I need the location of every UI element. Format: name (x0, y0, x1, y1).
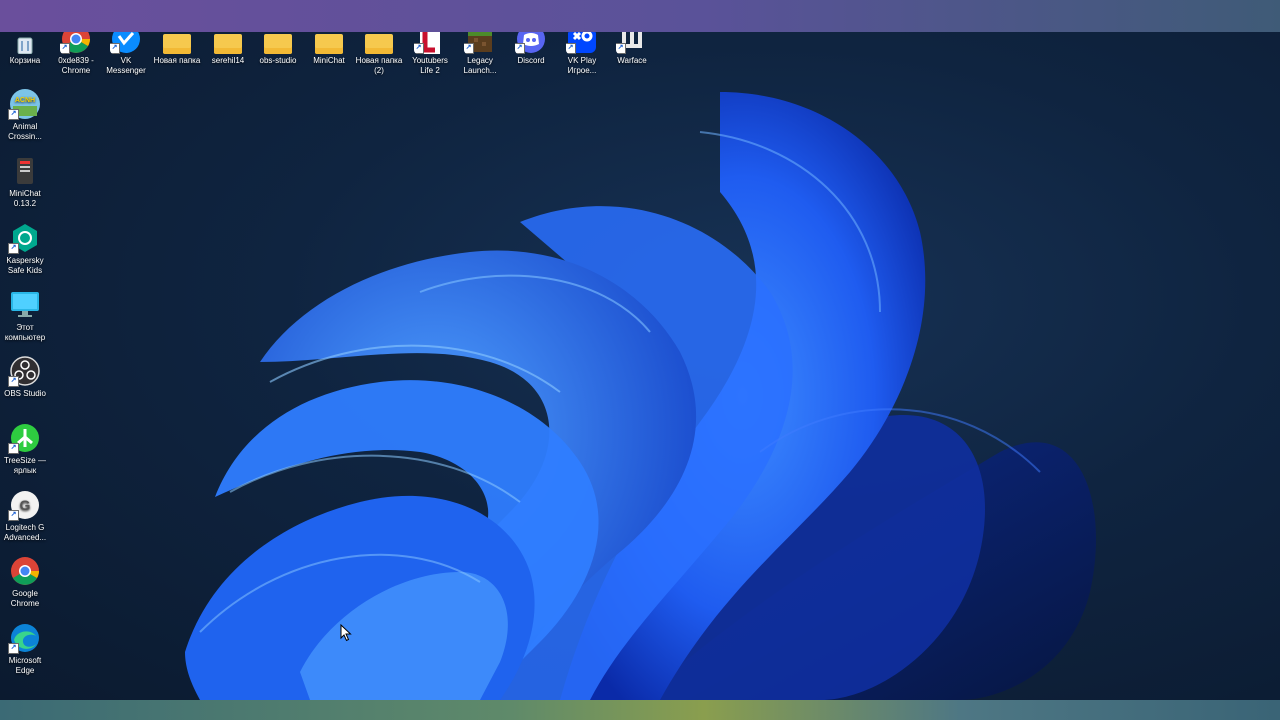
minichat-app-icon (9, 155, 41, 187)
desktop-icon-google-chrome[interactable]: Google Chrome (0, 555, 50, 609)
desktop-icon-folder-minichat[interactable]: MiniChat (304, 32, 354, 66)
vk-play-icon: ↗ (566, 32, 598, 54)
icon-label: Youtubers Life 2 (412, 56, 448, 75)
desktop-icon-youtubers-life-2[interactable]: ↗ Youtubers Life 2 (405, 32, 455, 76)
recycle-bin-icon (9, 32, 41, 54)
top-frame-bar (0, 0, 1280, 32)
desktop-icon-minichat-app[interactable]: MiniChat 0.13.2 (0, 155, 50, 209)
this-pc-icon (9, 289, 41, 321)
icon-label: serehil14 (211, 56, 245, 65)
folder-icon (313, 32, 345, 54)
svg-text:ACNH: ACNH (15, 97, 35, 104)
shortcut-arrow-icon: ↗ (566, 43, 576, 54)
icon-label: VK Messenger (106, 56, 146, 75)
icon-label: Discord (517, 56, 545, 65)
icon-label: Kaspersky Safe Kids (6, 256, 44, 275)
icon-label: Microsoft Edge (8, 656, 42, 675)
shortcut-arrow-icon: ↗ (8, 643, 19, 654)
kaspersky-icon: ↗ (8, 222, 41, 254)
shortcut-arrow-icon: ↗ (515, 43, 525, 54)
icon-label: MiniChat (313, 56, 345, 65)
edge-icon: ↗ (8, 622, 41, 654)
folder-icon (212, 32, 244, 54)
shortcut-arrow-icon: ↗ (8, 109, 19, 120)
desktop-icon-microsoft-edge[interactable]: ↗ Microsoft Edge (0, 622, 50, 676)
shortcut-arrow-icon: ↗ (414, 43, 424, 54)
desktop-icon-treesize[interactable]: ↗ TreeSize — ярлык (0, 422, 50, 476)
treesize-icon: ↗ (8, 422, 41, 454)
folder-icon (161, 32, 193, 54)
desktop-icon-animal-crossing[interactable]: ACNH ↗ Animal Crossin... (0, 88, 50, 142)
shortcut-arrow-icon: ↗ (8, 243, 19, 254)
bottom-frame-bar (0, 700, 1280, 720)
animal-crossing-icon: ACNH ↗ (8, 88, 41, 120)
icon-label: Этот компьютер (4, 323, 46, 342)
shortcut-arrow-icon: ↗ (8, 376, 19, 387)
chrome-icon (9, 555, 41, 587)
icon-label: Logitech G Advanced... (3, 523, 47, 542)
shortcut-arrow-icon: ↗ (616, 43, 626, 54)
icon-label: OBS Studio (4, 389, 46, 398)
desktop-icon-logitech[interactable]: G ↗ Logitech G Advanced... (0, 489, 50, 543)
desktop-icon-folder-serehil14[interactable]: serehil14 (203, 32, 253, 66)
shortcut-arrow-icon: ↗ (8, 443, 19, 454)
desktop-icon-vk-play[interactable]: ↗ VK Play Игрое... (557, 32, 607, 76)
warface-icon: ↗ (616, 32, 648, 54)
mouse-cursor-icon (340, 624, 352, 642)
desktop-icon-legacy-launcher[interactable]: ↗ Legacy Launch... (455, 32, 505, 76)
youtubers-life-icon: ↗ (414, 32, 446, 54)
desktop-icon-discord[interactable]: ↗ Discord (506, 32, 556, 66)
desktop-icon-folder-obs-studio[interactable]: obs-studio (253, 32, 303, 66)
icon-label: 0xde839 - Chrome (58, 56, 94, 75)
desktop[interactable]: Корзина ↗ 0xde839 - Chrome ↗ VK Messenge… (0, 32, 1280, 700)
folder-icon (262, 32, 294, 54)
icon-label: Animal Crossin... (8, 122, 42, 141)
icon-label: Новая папка (153, 56, 201, 65)
icon-label: Новая папка (2) (355, 56, 403, 75)
shortcut-arrow-icon: ↗ (8, 510, 19, 521)
wallpaper-bloom (185, 92, 1096, 700)
icon-label: Корзина (9, 56, 41, 65)
svg-text:G: G (20, 497, 31, 513)
desktop-icon-chrome-profile[interactable]: ↗ 0xde839 - Chrome (51, 32, 101, 76)
icon-label: obs-studio (259, 56, 297, 65)
desktop-icon-new-folder-2[interactable]: Новая папка (2) (354, 32, 404, 76)
icon-label: Google Chrome (10, 589, 40, 608)
discord-icon: ↗ (515, 32, 547, 54)
icon-label: TreeSize — ярлык (4, 456, 46, 475)
icon-label: Legacy Launch... (463, 56, 497, 75)
desktop-icon-recycle-bin[interactable]: Корзина (0, 32, 50, 66)
desktop-icon-obs-studio[interactable]: ↗ OBS Studio (0, 355, 50, 399)
desktop-icon-warface[interactable]: ↗ Warface (607, 32, 657, 66)
shortcut-arrow-icon: ↗ (60, 43, 70, 54)
folder-icon (363, 32, 395, 54)
vk-messenger-icon: ↗ (110, 32, 142, 54)
desktop-icon-new-folder[interactable]: Новая папка (152, 32, 202, 66)
shortcut-arrow-icon: ↗ (110, 43, 120, 54)
desktop-icon-this-pc[interactable]: Этот компьютер (0, 289, 50, 343)
icon-label: Warface (617, 56, 647, 65)
legacy-launcher-icon: ↗ (464, 32, 496, 54)
shortcut-arrow-icon: ↗ (464, 43, 474, 54)
desktop-icon-vk-messenger[interactable]: ↗ VK Messenger (101, 32, 151, 76)
logitech-icon: G ↗ (8, 489, 41, 521)
chrome-icon: ↗ (60, 32, 92, 54)
icon-label: VK Play Игрое... (567, 56, 597, 75)
obs-icon: ↗ (8, 355, 41, 387)
icon-label: MiniChat 0.13.2 (9, 189, 41, 208)
desktop-icon-kaspersky[interactable]: ↗ Kaspersky Safe Kids (0, 222, 50, 276)
